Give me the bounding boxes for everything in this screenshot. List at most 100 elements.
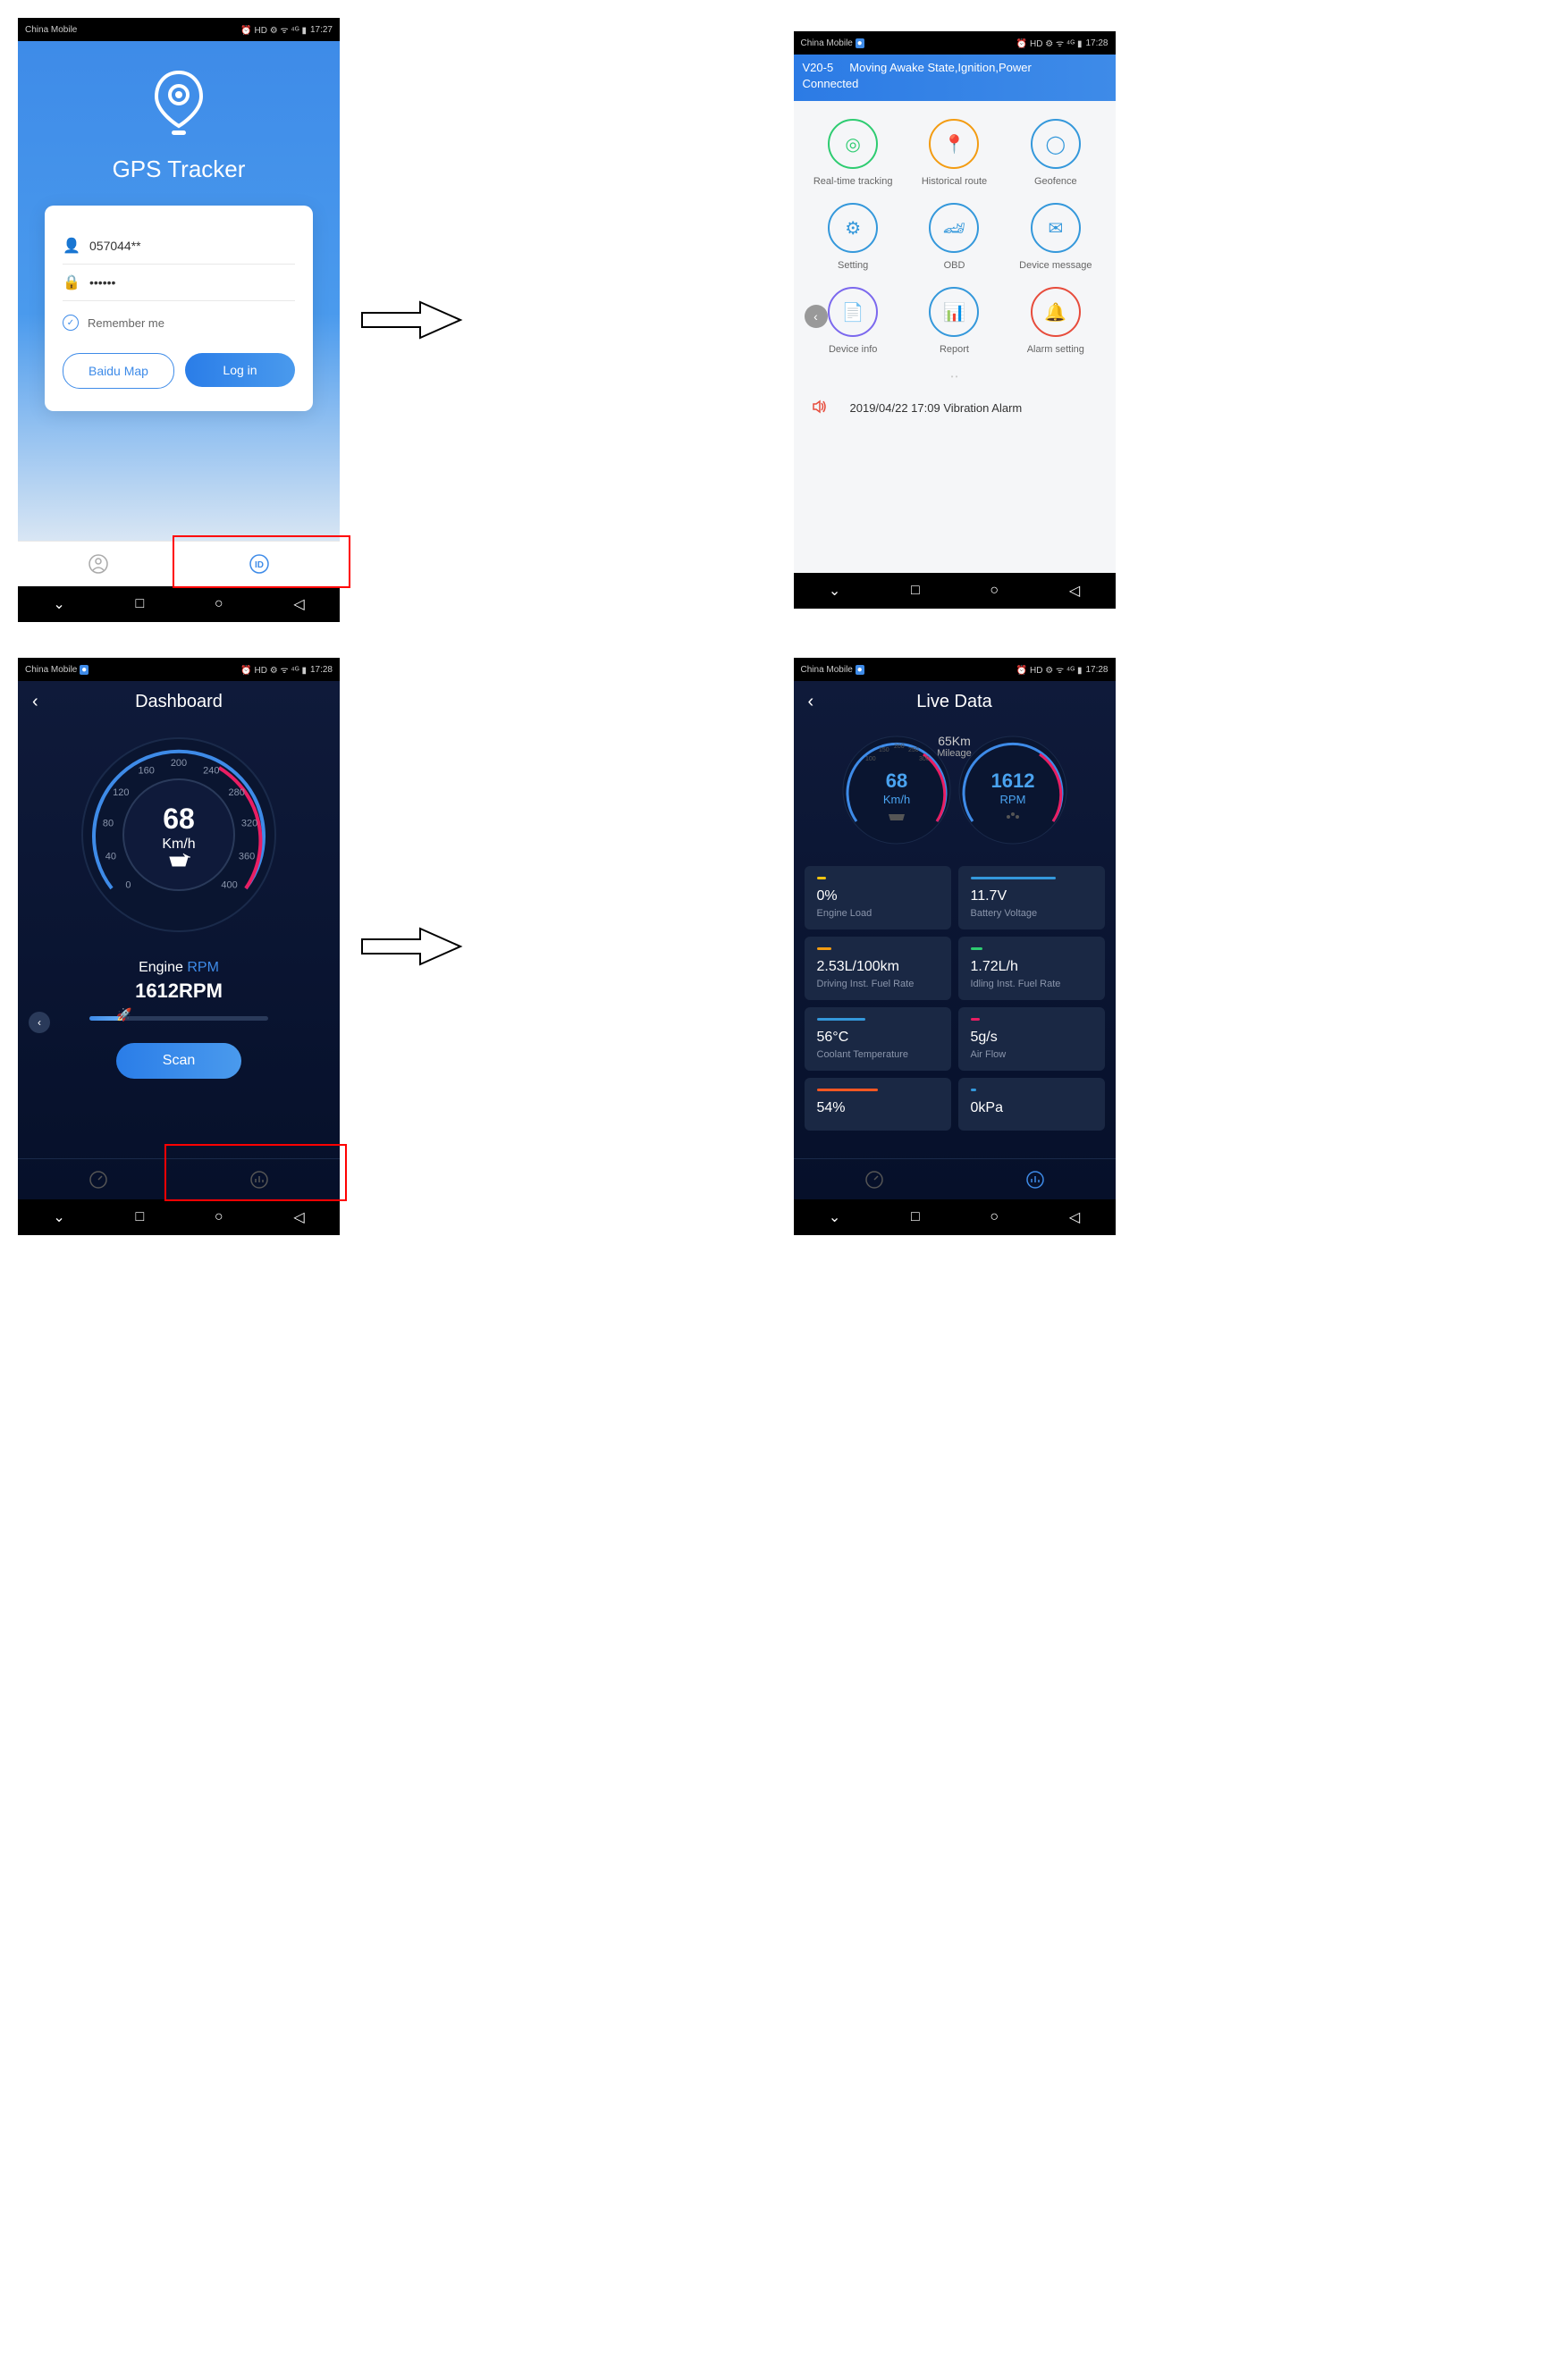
app-logo: [152, 68, 206, 139]
nav-home-icon[interactable]: ○: [990, 583, 999, 599]
flow-arrow-icon: [358, 924, 465, 969]
android-nav-bar: ⌄ □ ○ ◁: [794, 1199, 1116, 1235]
svg-text:240: 240: [203, 766, 219, 777]
status-bar: China Mobile ⏰ HD ⚙ ᯤ ⁴ᴳ ▮ 17:27: [18, 18, 340, 41]
login-screen-phone: China Mobile ⏰ HD ⚙ ᯤ ⁴ᴳ ▮ 17:27 GPS Tra…: [18, 18, 340, 622]
status-icons: ⏰ HD ⚙ ᯤ ⁴ᴳ ▮: [1016, 37, 1083, 49]
rpm-progress: 🚀: [89, 1016, 268, 1021]
menu-item-setting[interactable]: ⚙Setting: [807, 203, 899, 271]
username-input[interactable]: 👤 057044**: [63, 228, 295, 265]
dashboard-tab[interactable]: [18, 1159, 179, 1199]
data-card-value[interactable]: 0kPa: [958, 1078, 1105, 1131]
nav-down-icon[interactable]: ⌄: [53, 1208, 64, 1226]
data-card-idling-inst-fuel-rate[interactable]: 1.72L/hIdling Inst. Fuel Rate: [958, 937, 1105, 1000]
data-card-air-flow[interactable]: 5g/sAir Flow: [958, 1007, 1105, 1071]
nav-home-icon[interactable]: ○: [990, 1209, 999, 1225]
status-bar: China Mobile ● ⏰ HD ⚙ ᯤ ⁴ᴳ ▮ 17:28: [794, 658, 1116, 681]
page-title: Live Data: [835, 692, 1075, 712]
speedometer-gauge: 04080120160200240280320360400 68 Km/h: [76, 732, 282, 938]
dashboard-screen-phone: China Mobile ● ⏰ HD ⚙ ᯤ ⁴ᴳ ▮ 17:28 ‹ Das…: [18, 658, 340, 1235]
nav-back-icon[interactable]: ◁: [1069, 582, 1080, 600]
nav-back-icon[interactable]: ◁: [293, 1208, 304, 1226]
device-status-header: V20-5 Moving Awake State,Ignition,Power …: [794, 55, 1116, 101]
carrier-label: China Mobile ●: [801, 665, 864, 675]
svg-text:300: 300: [919, 756, 930, 762]
status-icons: ⏰ HD ⚙ ᯤ ⁴ᴳ ▮: [1016, 663, 1083, 676]
svg-text:Km/h: Km/h: [162, 837, 195, 852]
engine-rpm-label: Engine RPM: [18, 960, 340, 976]
back-button[interactable]: ‹: [32, 692, 59, 712]
menu-item-historical-route[interactable]: 📍Historical route: [908, 119, 1000, 187]
menu-item-real-time-tracking[interactable]: ◎Real-time tracking: [807, 119, 899, 187]
menu-item-alarm-setting[interactable]: 🔔Alarm setting: [1009, 287, 1101, 355]
android-nav-bar: ⌄ □ ○ ◁: [794, 573, 1116, 609]
data-card-value[interactable]: 54%: [805, 1078, 951, 1131]
data-card-driving-inst-fuel-rate[interactable]: 2.53L/100kmDriving Inst. Fuel Rate: [805, 937, 951, 1000]
svg-text:Km/h: Km/h: [882, 793, 909, 806]
nav-down-icon[interactable]: ⌄: [829, 1208, 840, 1226]
carrier-label: China Mobile: [25, 25, 77, 35]
alarm-notification[interactable]: 2019/04/22 17:09 Vibration Alarm: [794, 381, 1116, 435]
svg-text:40: 40: [105, 852, 116, 862]
dashboard-tab[interactable]: [794, 1159, 955, 1199]
menu-item-obd[interactable]: 🏎OBD: [908, 203, 1000, 271]
scan-button[interactable]: Scan: [116, 1043, 241, 1079]
svg-text:280: 280: [229, 787, 245, 798]
svg-text:400: 400: [221, 880, 237, 891]
nav-home-icon[interactable]: ○: [215, 1209, 223, 1225]
status-time: 17:28: [310, 665, 333, 675]
flow-arrow-icon: [358, 298, 465, 342]
svg-text:1612: 1612: [990, 770, 1034, 792]
menu-item-geofence[interactable]: ◯Geofence: [1009, 119, 1101, 187]
svg-text:150: 150: [879, 747, 889, 753]
back-button[interactable]: ‹: [808, 692, 835, 712]
id-login-tab[interactable]: ID: [179, 542, 340, 586]
svg-text:200: 200: [171, 758, 187, 769]
svg-text:0: 0: [125, 880, 131, 891]
svg-text:360: 360: [239, 852, 255, 862]
svg-text:250: 250: [908, 747, 919, 753]
prev-button[interactable]: ‹: [29, 1012, 50, 1033]
nav-recent-icon[interactable]: □: [911, 1209, 920, 1225]
status-icons: ⏰ HD ⚙ ᯤ ⁴ᴳ ▮: [240, 23, 307, 36]
user-login-tab[interactable]: [18, 542, 179, 586]
nav-back-icon[interactable]: ◁: [1069, 1208, 1080, 1226]
nav-down-icon[interactable]: ⌄: [829, 582, 840, 600]
carrier-label: China Mobile ●: [25, 665, 89, 675]
status-time: 17:27: [310, 25, 333, 35]
status-icons: ⏰ HD ⚙ ᯤ ⁴ᴳ ▮: [240, 663, 307, 676]
svg-text:100: 100: [865, 756, 876, 762]
data-card-coolant-temperature[interactable]: 56°CCoolant Temperature: [805, 1007, 951, 1071]
nav-home-icon[interactable]: ○: [215, 596, 223, 612]
nav-recent-icon[interactable]: □: [136, 1209, 145, 1225]
login-button[interactable]: Log in: [185, 353, 295, 387]
status-bar: China Mobile ● ⏰ HD ⚙ ᯤ ⁴ᴳ ▮ 17:28: [794, 31, 1116, 55]
livedata-tab[interactable]: [955, 1159, 1116, 1199]
lock-icon: 🔒: [63, 273, 80, 291]
nav-recent-icon[interactable]: □: [136, 596, 145, 612]
livedata-tab[interactable]: [179, 1159, 340, 1199]
menu-item-report[interactable]: 📊Report: [908, 287, 1000, 355]
remember-me-checkbox[interactable]: ✓ Remember me: [63, 301, 295, 344]
svg-text:120: 120: [113, 787, 129, 798]
data-card-engine-load[interactable]: 0%Engine Load: [805, 866, 951, 929]
status-bar: China Mobile ● ⏰ HD ⚙ ᯤ ⁴ᴳ ▮ 17:28: [18, 658, 340, 681]
speaker-icon: [812, 399, 828, 417]
password-input[interactable]: 🔒 ••••••: [63, 265, 295, 301]
svg-text:68: 68: [885, 770, 906, 792]
nav-back-icon[interactable]: ◁: [293, 595, 304, 613]
data-card-battery-voltage[interactable]: 11.7VBattery Voltage: [958, 866, 1105, 929]
status-time: 17:28: [1085, 38, 1108, 48]
menu-item-device-message[interactable]: ✉Device message: [1009, 203, 1101, 271]
user-icon: 👤: [63, 237, 80, 255]
carrier-label: China Mobile ●: [801, 38, 864, 48]
nav-down-icon[interactable]: ⌄: [53, 595, 64, 613]
android-nav-bar: ⌄ □ ○ ◁: [18, 1199, 340, 1235]
nav-recent-icon[interactable]: □: [911, 583, 920, 599]
svg-text:160: 160: [139, 766, 155, 777]
baidu-map-button[interactable]: Baidu Map: [63, 353, 174, 389]
back-button[interactable]: ‹: [805, 305, 828, 328]
android-nav-bar: ⌄ □ ○ ◁: [18, 586, 340, 622]
check-icon: ✓: [63, 315, 79, 331]
menu-screen-phone: China Mobile ● ⏰ HD ⚙ ᯤ ⁴ᴳ ▮ 17:28 V20-5…: [794, 31, 1116, 609]
